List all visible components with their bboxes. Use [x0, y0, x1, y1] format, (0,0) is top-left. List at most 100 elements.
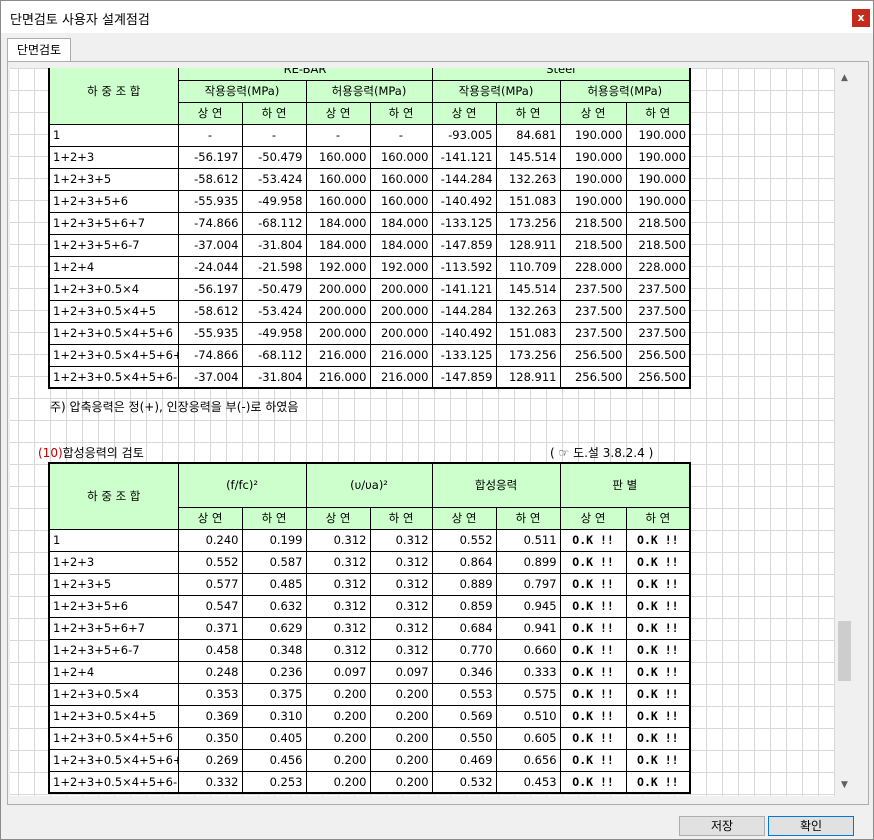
value-cell: 173.256	[495, 343, 561, 367]
load-combo-cell: 1+2+3+5+6	[48, 594, 179, 618]
value-cell: 0.453	[495, 770, 561, 794]
value-cell: 0.312	[369, 550, 433, 574]
section-10-title: (10)합성응력의 검토	[38, 444, 144, 461]
value-cell: 160.000	[305, 145, 371, 169]
vertical-scrollbar[interactable]: ▲ ▼	[836, 68, 853, 796]
dialog-window: 단면검토 사용자 설계점검 x 단면검토 하 중 조 합 RE-BAR Stee…	[0, 0, 874, 840]
load-combo-cell: 1+2+3+0.5×4+5+6	[48, 321, 179, 345]
value-cell: 0.656	[495, 748, 561, 772]
tab-section-review[interactable]: 단면검토	[7, 38, 71, 62]
value-cell: 200.000	[369, 277, 433, 301]
rebar-allow-stress-header: 허용응력(MPa)	[305, 79, 433, 103]
sign-convention-note: 주) 압축응력은 정(+), 인장응력을 부(-)로 하였음	[50, 400, 299, 414]
table-row: 1+2+3+5 -58.612 -53.424 160.000 160.000 -144.…	[48, 167, 692, 191]
value-cell: 0.889	[431, 572, 497, 596]
value-cell: 0.310	[241, 704, 307, 728]
table-row: 1- - - - -93.005 84.681 190.000 190.000	[48, 123, 692, 147]
value-cell: -133.125	[431, 343, 497, 367]
value-cell: -141.121	[431, 277, 497, 301]
judgement-cell: O.K !!	[625, 704, 692, 728]
value-cell: 0.199	[241, 528, 307, 552]
value-cell: 0.312	[369, 572, 433, 596]
value-cell: 0.510	[495, 704, 561, 728]
value-cell: 151.083	[495, 321, 561, 345]
value-cell: -74.866	[177, 211, 243, 235]
value-cell: 0.945	[495, 594, 561, 618]
value-cell: 0.348	[241, 638, 307, 662]
value-cell: 216.000	[369, 343, 433, 367]
table-row: 1+2+3 0.552 0.587 0.312 0.312 0.864 0.899 O.K !…	[48, 550, 692, 574]
rebar-header: RE-BAR	[177, 68, 433, 81]
judgement-cell: O.K !!	[559, 660, 627, 684]
value-cell: 128.911	[495, 233, 561, 257]
value-cell: -55.935	[177, 189, 243, 213]
value-cell: 0.553	[431, 682, 497, 706]
close-button[interactable]: x	[852, 9, 870, 27]
value-cell: 110.709	[495, 255, 561, 279]
value-cell: 0.485	[241, 572, 307, 596]
load-combo-cell: 1+2+3+5	[48, 167, 179, 191]
scroll-up-icon[interactable]: ▲	[836, 70, 853, 87]
value-cell: -37.004	[177, 365, 243, 389]
save-button[interactable]: 저장	[679, 816, 765, 836]
value-cell: 190.000	[625, 167, 692, 191]
col-bottom-header: 하 연	[625, 101, 692, 125]
col-bottom-header: 하 연	[241, 506, 307, 530]
judgement-cell: O.K !!	[559, 638, 627, 662]
load-combo-cell: 1+2+3+0.5×4+5+6	[48, 726, 179, 750]
value-cell: 190.000	[559, 123, 627, 147]
value-cell: 145.514	[495, 145, 561, 169]
value-cell: 0.587	[241, 550, 307, 574]
steel-header: Steel	[431, 68, 692, 81]
value-cell: 0.200	[369, 704, 433, 728]
judgement-cell: O.K !!	[559, 528, 627, 552]
value-cell: 132.263	[495, 299, 561, 323]
stress-table: 하 중 조 합 RE-BAR Steel 작용응력(MPa) 허용응력(MPa)…	[48, 68, 692, 389]
value-cell: -31.804	[241, 233, 307, 257]
value-cell: -56.197	[177, 277, 243, 301]
load-combo-cell: 1	[48, 123, 179, 147]
col-top-header: 상 연	[305, 506, 371, 530]
table-row: 1+2+3+5+6-7 -37.004 -31.804 184.000 184.000-…	[48, 233, 692, 257]
table-row: 1+2+3+0.5×4+5 -58.612 -53.424 200.000 200.00…	[48, 299, 692, 323]
table-row: 1+2+4 -24.044 -21.598 192.000 192.000 -113.59…	[48, 255, 692, 279]
load-combo-cell: 1+2+3+0.5×4+5+6-7	[48, 770, 179, 794]
value-cell: -50.479	[241, 277, 307, 301]
col-bottom-header: 하 연	[495, 506, 561, 530]
value-cell: 218.500	[559, 233, 627, 257]
value-cell: -21.598	[241, 255, 307, 279]
value-cell: -53.424	[241, 167, 307, 191]
value-cell: 0.200	[305, 770, 371, 794]
value-cell: 160.000	[305, 189, 371, 213]
value-cell: 190.000	[625, 123, 692, 147]
load-combo-cell: 1+2+3+0.5×4+5	[48, 299, 179, 323]
value-cell: -	[369, 123, 433, 147]
col-top-header: 상 연	[431, 506, 497, 530]
value-cell: -49.958	[241, 321, 307, 345]
load-combo-cell: 1+2+3+0.5×4+5+6+7	[48, 343, 179, 367]
value-cell: 184.000	[369, 233, 433, 257]
value-cell: -93.005	[431, 123, 497, 147]
value-cell: 218.500	[625, 211, 692, 235]
load-combo-cell: 1+2+3	[48, 550, 179, 574]
load-combo-cell: 1+2+4	[48, 660, 179, 684]
col-top-header: 상 연	[559, 101, 627, 125]
value-cell: -	[241, 123, 307, 147]
load-combo-cell: 1+2+3+5+6+7	[48, 616, 179, 640]
value-cell: 160.000	[369, 167, 433, 191]
col-top-header: 상 연	[431, 101, 497, 125]
scrollbar-thumb[interactable]	[838, 621, 851, 681]
value-cell: 160.000	[369, 145, 433, 169]
table-row: 1+2+3 -56.197 -50.479 160.000 160.000 -141.12…	[48, 145, 692, 169]
value-cell: -140.492	[431, 189, 497, 213]
value-cell: 256.500	[625, 343, 692, 367]
section-number: (10)	[38, 446, 63, 460]
scroll-down-icon[interactable]: ▼	[836, 777, 853, 794]
load-combo-cell: 1+2+3+5+6-7	[48, 233, 179, 257]
ok-button[interactable]: 확인	[768, 816, 854, 836]
load-combo-cell: 1+2+3	[48, 145, 179, 169]
load-combo-cell: 1+2+3+5+6+7	[48, 211, 179, 235]
value-cell: 0.097	[305, 660, 371, 684]
judgement-cell: O.K !!	[625, 616, 692, 640]
judgement-cell: O.K !!	[559, 594, 627, 618]
